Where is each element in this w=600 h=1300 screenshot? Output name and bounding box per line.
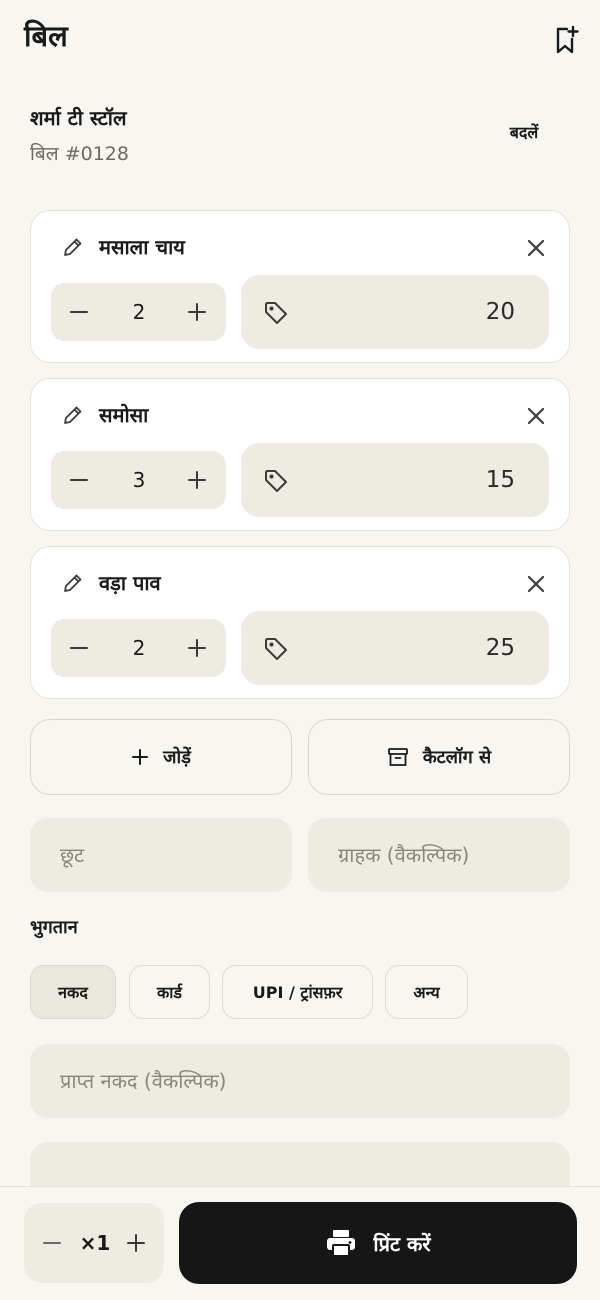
item-name[interactable]: समोसा (99, 398, 148, 432)
payment-method-cash[interactable]: नकद (30, 965, 116, 1019)
close-icon (527, 239, 545, 257)
cash-received-input[interactable]: प्राप्त नकद (वैकल्पिक) (30, 1044, 570, 1118)
plus-icon (188, 471, 206, 489)
customer-placeholder: ग्राहक (वैकल्पिक) (338, 843, 470, 867)
minus-icon (70, 479, 88, 481)
catalog-button[interactable]: कैटलॉग से (308, 719, 570, 795)
price-value: 20 (485, 299, 515, 325)
bookmark-add-icon (556, 25, 579, 54)
item-card: मसाला चाय 2 20 (30, 210, 570, 363)
payment-method-upi[interactable]: UPI / ट्रांसफ़र (222, 965, 373, 1019)
bill-number: बिल #0128 (30, 143, 129, 165)
plus-icon (188, 303, 206, 321)
remove-item-button[interactable] (519, 399, 553, 433)
tag-icon (265, 302, 287, 324)
price-value: 25 (485, 635, 515, 661)
payment-method-card[interactable]: कार्ड (129, 965, 210, 1019)
price-input[interactable]: 15 (241, 443, 549, 517)
close-icon (527, 407, 545, 425)
increase-quantity-button[interactable] (183, 634, 211, 662)
decrease-copies-button[interactable] (38, 1229, 66, 1257)
decrease-quantity-button[interactable] (65, 634, 93, 662)
page-title: बिल (24, 19, 68, 53)
remove-item-button[interactable] (519, 567, 553, 601)
payment-method-other[interactable]: अन्य (385, 965, 468, 1019)
printer-icon (327, 1230, 356, 1257)
price-value: 15 (485, 467, 515, 493)
item-name[interactable]: मसाला चाय (99, 230, 185, 264)
quantity-stepper: 3 (51, 451, 226, 509)
item-card: समोसा 3 15 (30, 378, 570, 531)
quantity-value: 3 (132, 468, 146, 492)
plus-icon (127, 1234, 145, 1252)
archive-icon (387, 748, 408, 766)
tag-icon (265, 470, 287, 492)
close-icon (527, 575, 545, 593)
tag-icon (265, 638, 287, 660)
add-item-label: जोड़ें (163, 747, 191, 768)
pencil-icon[interactable] (61, 235, 85, 259)
discount-placeholder: छूट (60, 843, 85, 867)
minus-icon (43, 1242, 61, 1244)
bookmark-add-button[interactable] (548, 22, 584, 58)
copies-value: ×1 (79, 1231, 111, 1255)
app-header: बिल (0, 0, 600, 80)
item-name[interactable]: वड़ा पाव (99, 566, 161, 600)
remove-item-button[interactable] (519, 231, 553, 265)
quantity-value: 2 (132, 636, 146, 660)
customer-input[interactable]: ग्राहक (वैकल्पिक) (308, 818, 570, 892)
minus-icon (70, 647, 88, 649)
change-store-button[interactable]: बदलें (492, 116, 556, 148)
payment-label: भुगतान (30, 917, 78, 938)
pencil-icon[interactable] (61, 403, 85, 427)
print-button[interactable]: प्रिंट करें (179, 1202, 577, 1284)
plus-icon (132, 749, 149, 765)
increase-quantity-button[interactable] (183, 466, 211, 494)
price-input[interactable]: 25 (241, 611, 549, 685)
add-item-button[interactable]: जोड़ें (30, 719, 292, 795)
catalog-label: कैटलॉग से (422, 747, 492, 768)
increase-quantity-button[interactable] (183, 298, 211, 326)
quantity-stepper: 2 (51, 283, 226, 341)
price-input[interactable]: 20 (241, 275, 549, 349)
decrease-quantity-button[interactable] (65, 466, 93, 494)
cash-received-placeholder: प्राप्त नकद (वैकल्पिक) (60, 1069, 227, 1093)
quantity-value: 2 (132, 300, 146, 324)
store-name: शर्मा टी स्टॉल (30, 106, 127, 130)
quantity-stepper: 2 (51, 619, 226, 677)
decrease-quantity-button[interactable] (65, 298, 93, 326)
minus-icon (70, 311, 88, 313)
discount-input[interactable]: छूट (30, 818, 292, 892)
increase-copies-button[interactable] (122, 1229, 150, 1257)
print-label: प्रिंट करें (373, 1231, 431, 1256)
copies-stepper: ×1 (24, 1203, 164, 1283)
bottom-action-bar: ×1 प्रिंट करें (0, 1186, 600, 1300)
pencil-icon[interactable] (61, 571, 85, 595)
plus-icon (188, 639, 206, 657)
item-card: वड़ा पाव 2 25 (30, 546, 570, 699)
